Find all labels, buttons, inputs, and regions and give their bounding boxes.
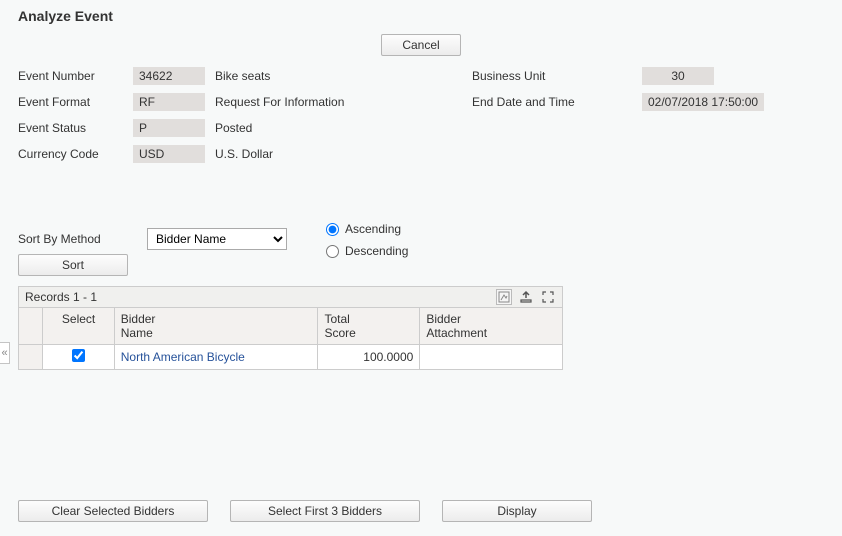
cancel-button[interactable]: Cancel: [381, 34, 461, 56]
sort-by-select[interactable]: Bidder Name: [147, 228, 287, 250]
end-datetime-label: End Date and Time: [472, 95, 642, 109]
ascending-radio[interactable]: [326, 223, 339, 236]
event-format-value: RF: [133, 93, 205, 111]
descending-label: Descending: [345, 244, 408, 258]
event-status-text: Posted: [215, 121, 252, 135]
event-status-value: P: [133, 119, 205, 137]
currency-code-label: Currency Code: [18, 147, 133, 161]
export-icon[interactable]: [518, 289, 534, 305]
ascending-label: Ascending: [345, 222, 401, 236]
field-business-unit: Business Unit 30: [472, 66, 802, 86]
currency-code-value: USD: [133, 145, 205, 163]
field-end-datetime: End Date and Time 02/07/2018 17:50:00: [472, 92, 802, 112]
field-event-number: Event Number 34622 Bike seats: [18, 66, 448, 86]
row-select-checkbox[interactable]: [72, 349, 85, 362]
event-format-label: Event Format: [18, 95, 133, 109]
bidder-name-link[interactable]: North American Bicycle: [121, 350, 245, 364]
col-header-expand: [19, 308, 43, 345]
col-header-bidder-attachment: Bidder Attachment: [420, 308, 563, 345]
table-row: North American Bicycle 100.0000: [19, 345, 563, 370]
expand-icon[interactable]: [540, 289, 556, 305]
bidders-table: Select Bidder Name Total Score Bidder At…: [18, 307, 563, 370]
business-unit-value: 30: [642, 67, 714, 85]
currency-code-text: U.S. Dollar: [215, 147, 273, 161]
end-datetime-value: 02/07/2018 17:50:00: [642, 93, 764, 111]
event-status-label: Event Status: [18, 121, 133, 135]
total-score-value: 100.0000: [363, 350, 413, 364]
event-number-label: Event Number: [18, 69, 133, 83]
grid-settings-icon[interactable]: [496, 289, 512, 305]
col-header-select: Select: [43, 308, 114, 345]
descending-radio[interactable]: [326, 245, 339, 258]
field-event-format: Event Format RF Request For Information: [18, 92, 448, 112]
sort-button[interactable]: Sort: [18, 254, 128, 276]
left-expand-handle[interactable]: «: [0, 342, 10, 364]
business-unit-label: Business Unit: [472, 69, 642, 83]
event-format-text: Request For Information: [215, 95, 344, 109]
field-event-status: Event Status P Posted: [18, 118, 448, 138]
records-summary: Records 1 - 1: [25, 290, 97, 304]
col-header-total-score: Total Score: [318, 308, 420, 345]
page-title: Analyze Event: [18, 8, 824, 24]
field-currency-code: Currency Code USD U.S. Dollar: [18, 144, 448, 164]
event-number-value: 34622: [133, 67, 205, 85]
col-header-bidder-name: Bidder Name: [114, 308, 318, 345]
sort-by-label: Sort By Method: [18, 232, 133, 246]
event-number-text: Bike seats: [215, 69, 270, 83]
